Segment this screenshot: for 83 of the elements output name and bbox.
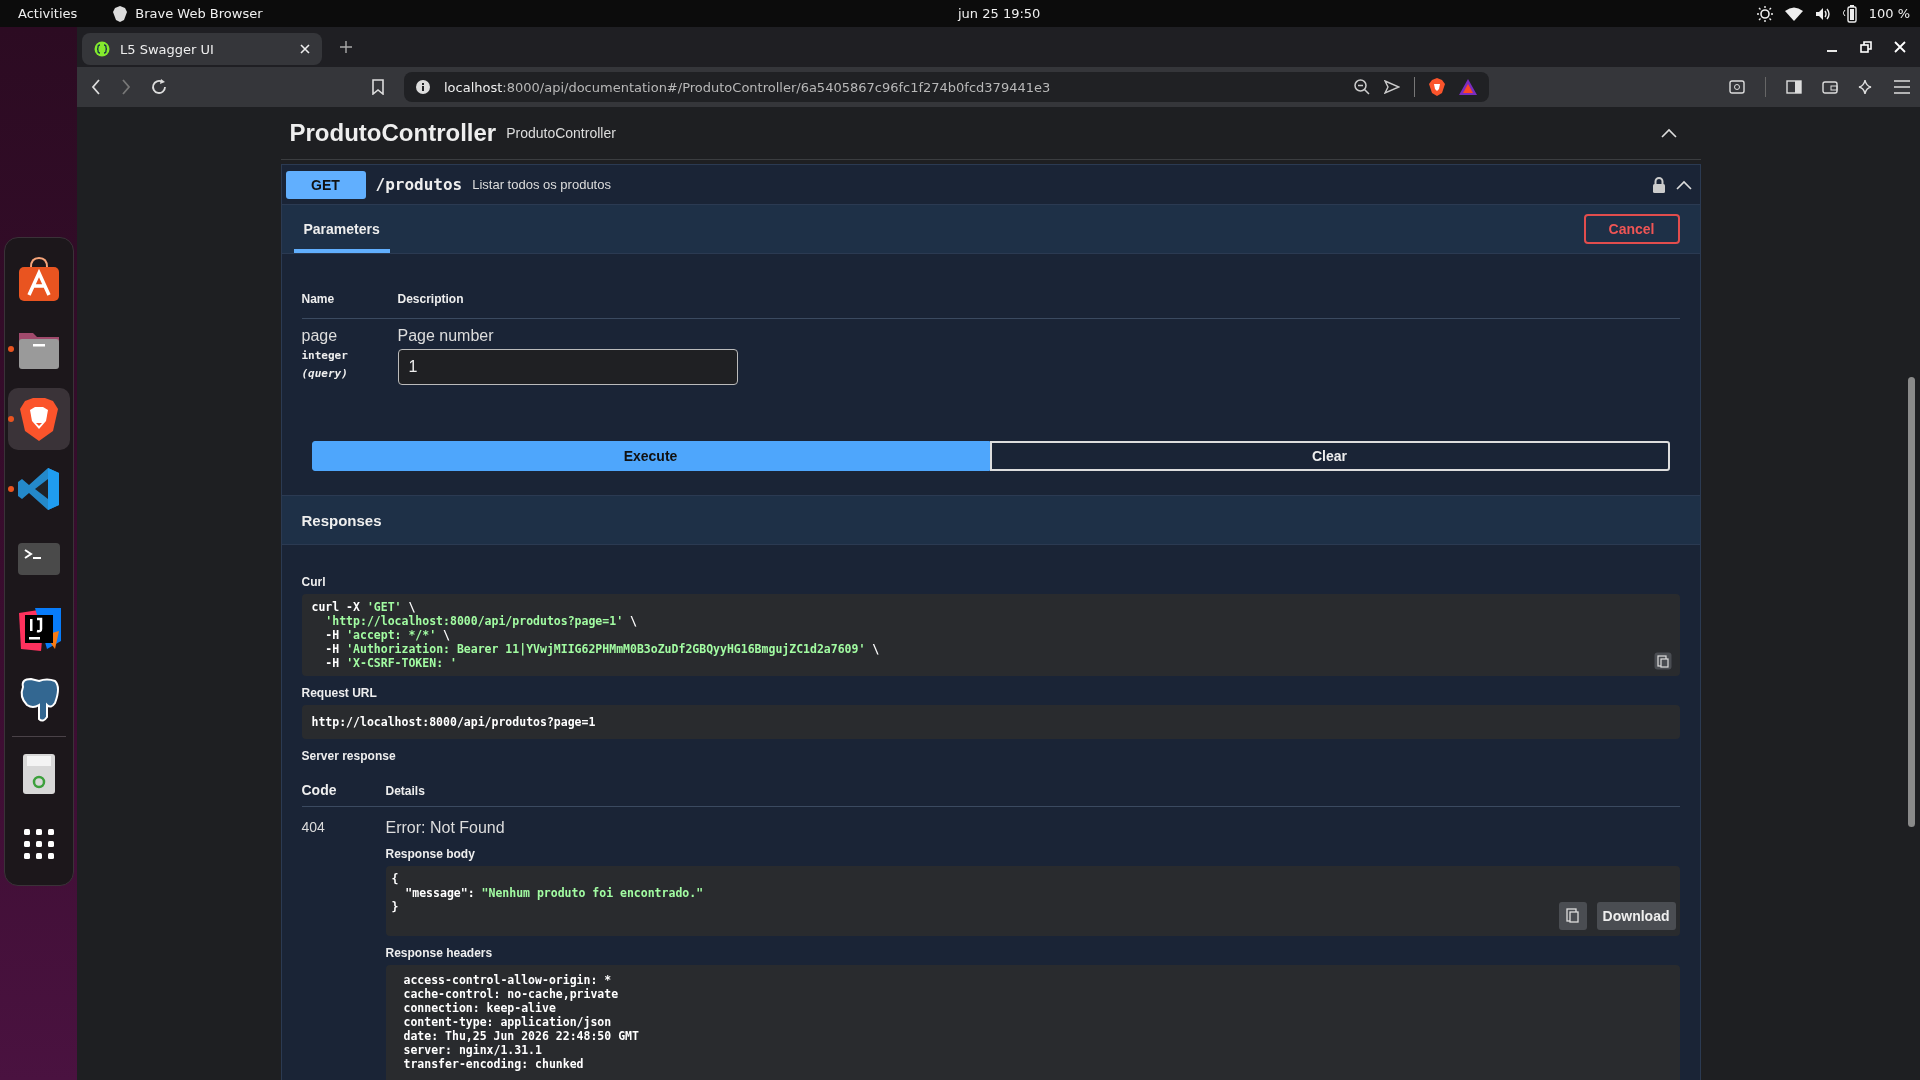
copy-icon[interactable] — [1653, 652, 1672, 670]
code-line: server: nginx/1.31.1 — [403, 1043, 542, 1057]
url-text: localhost:8000/api/documentation#/ProdutoController/6a5405867c96fc1f274b0fcd379441e3 — [444, 79, 1051, 95]
address-bar[interactable]: localhost:8000/api/documentation#/ProdutoController/6a5405867c96fc1f274b0fcd379441e3 — [404, 72, 1489, 102]
triangle-icon[interactable] — [1459, 79, 1477, 95]
code-line: { — [391, 872, 399, 886]
download-button[interactable]: Download — [1596, 902, 1676, 930]
field-label: Request URL — [301, 686, 378, 700]
cancel-button[interactable]: Cancel — [1583, 214, 1680, 244]
running-indicator — [7, 486, 14, 492]
field-label: Curl — [301, 575, 327, 589]
field-label: Response body — [385, 847, 476, 861]
field-label: Server response — [301, 749, 397, 763]
sidebar-icon[interactable] — [1786, 80, 1802, 94]
parameter-description: Page number — [397, 327, 495, 345]
field-label: Response headers — [385, 946, 494, 960]
shield-icon[interactable] — [1429, 78, 1445, 96]
sparkle-icon[interactable] — [1858, 79, 1874, 95]
forward-icon[interactable] — [121, 79, 131, 95]
parameter-location: (query) — [301, 367, 349, 380]
collapse-icon[interactable] — [1675, 179, 1692, 190]
column-header: Code — [301, 782, 338, 798]
wallet-icon[interactable] — [1822, 80, 1838, 94]
code-line: curl -X 'GET' \ — [311, 600, 416, 614]
code-line: -H 'Authorization: Bearer 11|YVwjMIIG62PHMmM0B3oZuDf2GBQyyHG16BmgujZC1d2a7609' \ — [324, 642, 880, 656]
method-badge: GET — [285, 170, 366, 199]
code-line: connection: keep-alive — [403, 1001, 556, 1015]
menu-icon[interactable] — [1894, 80, 1910, 94]
section-description: ProdutoController — [506, 125, 616, 141]
new-tab-icon[interactable] — [340, 41, 352, 53]
section-heading: Responses — [301, 511, 382, 529]
column-header: Name — [301, 292, 336, 306]
screenshot-icon[interactable] — [1729, 80, 1745, 94]
input-field[interactable]: 1 — [397, 349, 738, 385]
bookmark-icon[interactable] — [372, 79, 384, 95]
column-header: Details — [385, 784, 425, 798]
running-indicator — [7, 416, 14, 422]
brave-launcher[interactable] — [7, 388, 70, 450]
endpoint-path[interactable]: /produtos — [375, 175, 463, 194]
parameter-type: integer — [301, 349, 349, 362]
status-text: Error: Not Found — [385, 819, 506, 837]
restore-icon[interactable] — [1860, 41, 1872, 53]
clear-button[interactable]: Clear — [989, 441, 1670, 471]
reload-icon[interactable] — [151, 79, 167, 95]
code-line: date: Thu,25 Jun 2026 22:48:50 GMT — [403, 1029, 639, 1043]
code-line: 'http://localhost:8000/api/produtos?page=1' \ — [324, 614, 637, 628]
code-line: access-control-allow-origin: * — [403, 973, 612, 987]
info-icon — [416, 80, 430, 94]
battery-icon[interactable] — [1842, 4, 1857, 23]
send-icon[interactable] — [1384, 80, 1400, 94]
site-icon — [94, 41, 110, 57]
battery-level[interactable]: 100 % — [1868, 6, 1910, 21]
endpoint-summary: Listar todos os produtos — [472, 177, 611, 192]
code-line: http://localhost:8000/api/produtos?page=1 — [311, 715, 596, 729]
code-line: cache-control: no-cache,private — [403, 987, 619, 1001]
clock[interactable]: jun 25 19:50 — [958, 6, 1041, 21]
tab-title: L5 Swagger UI — [120, 41, 215, 57]
back-icon[interactable] — [91, 79, 101, 95]
copy-icon[interactable] — [1558, 902, 1587, 930]
code-line: } — [391, 900, 399, 914]
column-header: Description — [397, 292, 464, 306]
code-line: "message": "Nenhum produto foi encontrado." — [404, 886, 704, 900]
zoom-out-icon[interactable] — [1354, 79, 1370, 95]
section-title[interactable]: ProdutoController — [289, 119, 497, 147]
scrollbar-thumb[interactable] — [1908, 377, 1915, 827]
status-code: 404 — [301, 819, 326, 837]
parameters-tab[interactable]: Parameters — [293, 206, 390, 253]
wifi-icon[interactable] — [1784, 6, 1803, 21]
code-line: content-type: application/json — [403, 1015, 612, 1029]
parameter-name: page — [301, 327, 339, 345]
app-name[interactable]: Brave Web Browser — [135, 6, 263, 21]
brightness-icon[interactable] — [1756, 5, 1773, 22]
execute-button[interactable]: Execute — [311, 441, 990, 471]
code-line: -H 'X-CSRF-TOKEN: ' — [324, 656, 457, 670]
volume-icon[interactable] — [1814, 6, 1831, 21]
browser-tab[interactable]: L5 Swagger UI — [82, 33, 322, 65]
running-indicator — [7, 346, 14, 352]
code-line: transfer-encoding: chunked — [403, 1057, 584, 1071]
activities-button[interactable]: Activities — [18, 6, 78, 21]
close-icon[interactable] — [300, 44, 310, 54]
lock-icon[interactable] — [1651, 176, 1666, 193]
code-line: -H 'accept: */*' \ — [324, 628, 450, 642]
collapse-icon[interactable] — [1660, 128, 1677, 138]
